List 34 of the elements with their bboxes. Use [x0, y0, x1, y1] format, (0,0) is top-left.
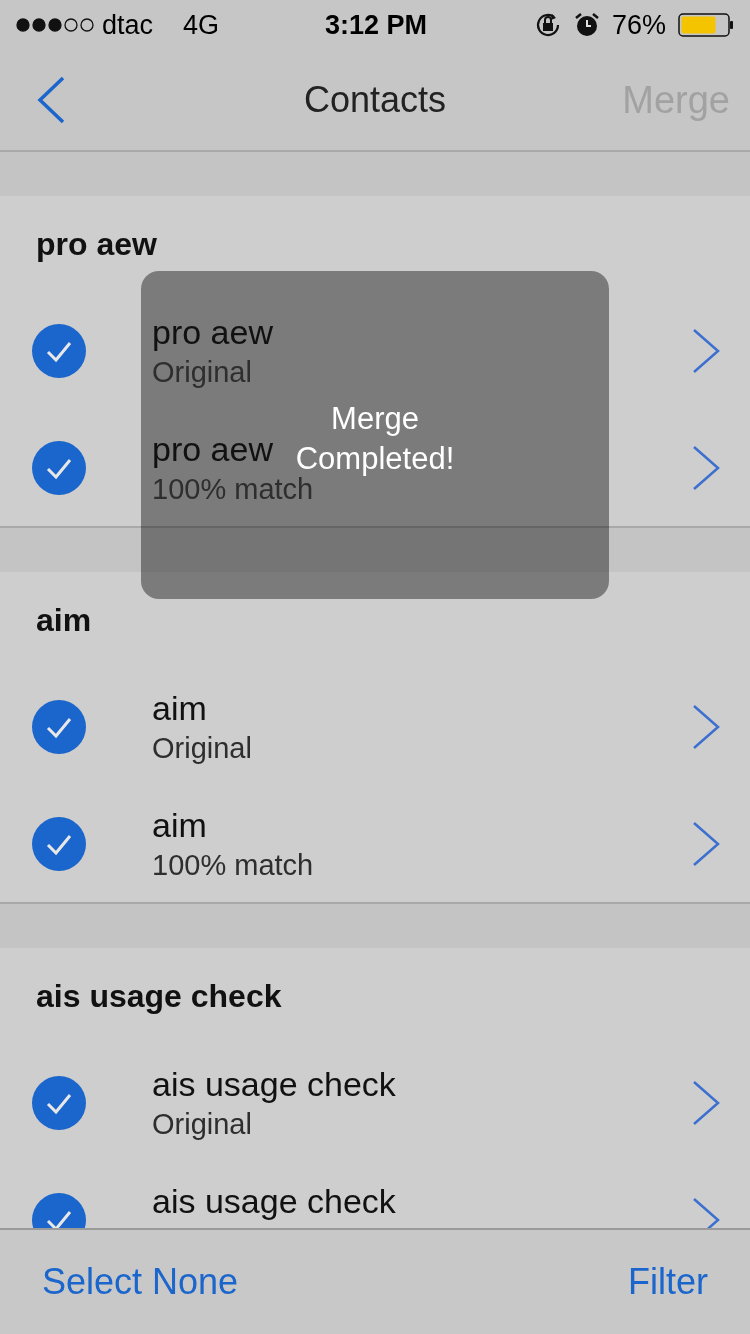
alarm-icon: [573, 12, 600, 38]
contact-detail: Original: [152, 1106, 252, 1142]
chevron-right-icon[interactable]: [692, 820, 720, 867]
signal-strength-icon: [16, 18, 96, 32]
checkbox-checked-icon[interactable]: [32, 323, 86, 378]
contact-detail: Original: [152, 730, 252, 766]
page-title: Contacts: [303, 78, 447, 122]
contact-name: ais usage check: [152, 1063, 396, 1105]
filter-button[interactable]: Filter: [628, 1255, 708, 1309]
checkbox-checked-icon[interactable]: [32, 816, 86, 871]
select-none-button[interactable]: Select None: [42, 1255, 239, 1309]
chevron-right-icon[interactable]: [692, 703, 720, 750]
carrier-name: dtac: [102, 8, 154, 42]
chevron-right-icon[interactable]: [692, 327, 720, 374]
battery-icon: [678, 13, 734, 37]
back-icon[interactable]: [36, 76, 66, 124]
checkbox-checked-icon[interactable]: [32, 699, 86, 754]
contact-name: aim: [152, 804, 207, 846]
contact-name: pro aew: [152, 311, 273, 353]
battery-percent: 76%: [611, 8, 666, 42]
group-title: aim: [36, 601, 92, 640]
contact-name: aim: [152, 687, 207, 729]
contact-detail: Original: [152, 354, 252, 390]
chevron-right-icon[interactable]: [692, 1079, 720, 1126]
contact-detail: 100% match: [152, 847, 314, 883]
group-title: pro aew: [36, 225, 157, 264]
contact-name: ais usage check: [152, 1180, 396, 1222]
checkbox-checked-icon[interactable]: [32, 1075, 86, 1130]
status-time: 3:12 PM: [325, 8, 428, 42]
network-type: 4G: [183, 8, 220, 42]
checkbox-checked-icon[interactable]: [32, 440, 86, 495]
chevron-right-icon[interactable]: [692, 444, 720, 491]
contact-name: pro aew: [152, 428, 273, 470]
group-title: ais usage check: [36, 977, 282, 1016]
